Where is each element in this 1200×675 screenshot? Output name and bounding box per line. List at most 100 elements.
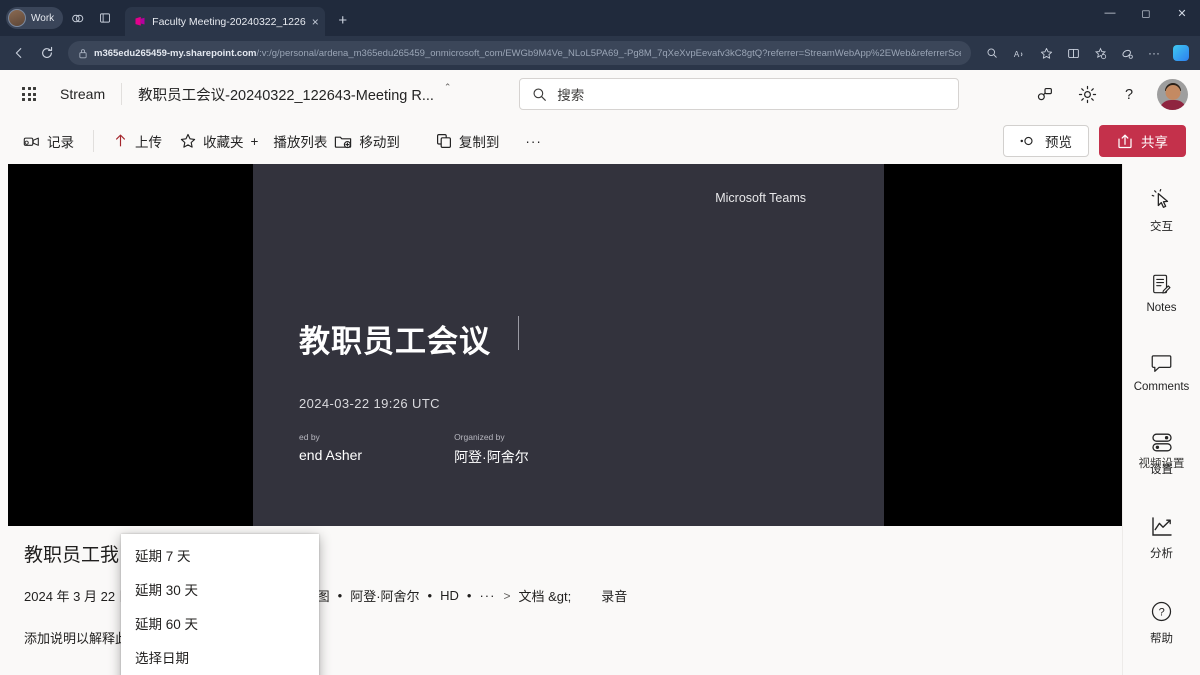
window-controls: — ◻ ✕ xyxy=(1092,0,1200,36)
browser-tab[interactable]: Faculty Meeting-20240322_1226 × xyxy=(125,7,325,36)
rail-item-comments[interactable]: Comments xyxy=(1126,344,1198,401)
favorite-star-icon[interactable] xyxy=(1033,40,1059,66)
reload-icon[interactable] xyxy=(34,40,60,66)
header-actions: ? xyxy=(1027,76,1188,112)
breadcrumb[interactable]: 文档 &gt; xyxy=(518,586,571,605)
read-aloud-icon[interactable]: A xyxy=(1006,40,1032,66)
rail-item-analytics[interactable]: 分析 xyxy=(1126,507,1198,569)
new-tab-button[interactable]: + xyxy=(331,8,355,32)
title-caret xyxy=(518,316,519,350)
search-placeholder: 搜索 xyxy=(557,88,585,103)
chevron-up-icon[interactable]: ⌃ xyxy=(444,82,452,93)
search-input[interactable]: 搜索 xyxy=(519,78,960,110)
video-datetime-overlay: 2024-03-22 19:26 UTC xyxy=(299,396,440,411)
favorites-label: 收藏夹 xyxy=(203,135,244,150)
breadcrumb-overflow[interactable]: ··· xyxy=(479,588,495,603)
back-icon[interactable] xyxy=(6,40,32,66)
browser-profile-pill[interactable]: Work xyxy=(6,7,64,29)
avatar[interactable] xyxy=(1157,78,1188,110)
address-bar[interactable]: m365edu265459-my.sharepoint.com/:v:/g/pe… xyxy=(68,41,971,65)
close-window-button[interactable]: ✕ xyxy=(1164,0,1200,26)
letterbox-right xyxy=(884,164,1122,526)
navbar-actions: A ··· xyxy=(979,40,1194,66)
recording-label[interactable]: 录音 xyxy=(601,586,627,605)
share-icon xyxy=(1117,133,1133,149)
minimize-button[interactable]: — xyxy=(1092,0,1128,26)
organized-by-name: 阿登·阿舍尔 xyxy=(454,449,529,465)
profile-label: Work xyxy=(31,12,55,24)
expiry-dropdown-menu[interactable]: 延期 7 天 延期 30 天 延期 60 天 选择日期 删除过期时间 xyxy=(121,534,319,675)
upload-button[interactable]: 上传 xyxy=(104,125,171,157)
organized-by-label: Organized by xyxy=(454,432,505,442)
rail-item-notes[interactable]: Notes xyxy=(1126,264,1198,322)
svg-text:?: ? xyxy=(1159,607,1165,619)
rail-label-comments: Comments xyxy=(1133,381,1190,393)
rail-item-interact[interactable]: 交互 xyxy=(1126,180,1198,242)
rail-item-help[interactable]: ? 帮助 xyxy=(1126,591,1198,654)
zoom-icon[interactable] xyxy=(979,40,1005,66)
tab-title: Faculty Meeting-20240322_1226 xyxy=(152,15,306,28)
favorites-plus: + xyxy=(250,133,259,149)
letterbox-left xyxy=(8,164,253,526)
gear-icon[interactable] xyxy=(1069,76,1105,112)
recorded-by: ed by end Asher xyxy=(299,432,362,467)
browser-more-icon[interactable]: ··· xyxy=(1141,40,1167,66)
browser-tabstrip: Work Faculty Meeting-20240322_1226 × + —… xyxy=(0,0,1200,36)
rail-label-analytics: 分析 xyxy=(1150,548,1173,560)
recorded-by-name: end Asher xyxy=(299,447,363,463)
video-owner: 阿登·阿舍尔 xyxy=(350,589,420,604)
video-people-overlay: ed by end Asher Organized by 阿登·阿舍尔 xyxy=(299,432,529,467)
analytics-chart-icon xyxy=(1150,516,1174,538)
bullet-separator: • xyxy=(466,588,472,603)
app-launcher-icon[interactable] xyxy=(12,77,46,111)
meet-now-icon[interactable] xyxy=(1027,76,1063,112)
collections-icon[interactable] xyxy=(1087,40,1113,66)
video-player[interactable]: Microsoft Teams 教职员工会议 2024-03-22 19:26 … xyxy=(8,164,1122,526)
record-video-icon xyxy=(23,134,40,149)
rail-label-settings: 设置 xyxy=(1150,464,1173,476)
copy-to-button[interactable]: 复制到 xyxy=(427,125,509,157)
preview-button[interactable]: 预览 xyxy=(1003,125,1089,157)
more-commands-button[interactable]: ··· xyxy=(516,125,551,157)
preview-toggle-icon xyxy=(1020,136,1036,146)
share-button[interactable]: 共享 xyxy=(1099,125,1186,157)
address-bar-url: m365edu265459-my.sharepoint.com/:v:/g/pe… xyxy=(94,48,961,59)
url-host: m365edu265459-my.sharepoint.com xyxy=(94,47,257,59)
browser-essentials-icon[interactable] xyxy=(1114,40,1140,66)
menu-item-extend-30[interactable]: 延期 30 天 xyxy=(121,572,319,606)
favorites-button[interactable]: 收藏夹 + xyxy=(171,125,267,157)
video-quality: HD xyxy=(440,588,459,603)
command-bar-right: 预览 共享 xyxy=(1003,125,1186,157)
playlist-label-overlap: 播放列表 xyxy=(273,135,328,150)
record-button[interactable]: 记录 xyxy=(14,125,83,157)
browser-navbar: m365edu265459-my.sharepoint.com/:v:/g/pe… xyxy=(0,36,1200,70)
maximize-button[interactable]: ◻ xyxy=(1128,0,1164,26)
menu-item-pick-date[interactable]: 选择日期 xyxy=(121,640,319,674)
video-date: 2024 年 3 月 22 日 xyxy=(24,589,132,604)
menu-item-extend-60[interactable]: 延期 60 天 xyxy=(121,606,319,640)
question-circle-icon: ? xyxy=(1150,600,1173,623)
copilot-icon[interactable] xyxy=(1168,40,1194,66)
app-body: Microsoft Teams 教职员工会议 2024-03-22 19:26 … xyxy=(0,164,1200,675)
rail-label-interact: 交互 xyxy=(1150,221,1173,233)
rail-item-settings[interactable]: 视频设置 设置 xyxy=(1126,423,1198,485)
teams-watermark: Microsoft Teams xyxy=(715,191,806,205)
workspaces-icon[interactable] xyxy=(65,6,89,30)
stream-app: Stream 教职员工会议-20240322_122643-Meeting R.… xyxy=(0,70,1200,675)
split-screen-icon[interactable] xyxy=(1060,40,1086,66)
menu-item-extend-7[interactable]: 延期 7 天 xyxy=(121,538,319,572)
move-to-button[interactable]: 播放列表 移动到 xyxy=(273,125,409,157)
copy-icon xyxy=(436,133,452,149)
close-icon[interactable]: × xyxy=(312,16,319,28)
move-to-label: 移动到 xyxy=(359,135,400,150)
url-path: /:v:/g/personal/ardena_m365edu265459_onm… xyxy=(256,47,961,59)
right-rail: 交互 Notes Comments 视频设置 设置 分析 ? 帮助 xyxy=(1122,164,1200,675)
notes-icon xyxy=(1151,273,1172,295)
lock-icon xyxy=(78,48,88,59)
app-brand[interactable]: Stream xyxy=(60,86,105,102)
search-icon xyxy=(532,87,547,102)
tab-list-icon[interactable] xyxy=(93,6,117,30)
upload-label: 上传 xyxy=(135,135,162,150)
question-mark-icon[interactable]: ? xyxy=(1111,76,1147,112)
bullet-separator: • xyxy=(337,588,343,603)
